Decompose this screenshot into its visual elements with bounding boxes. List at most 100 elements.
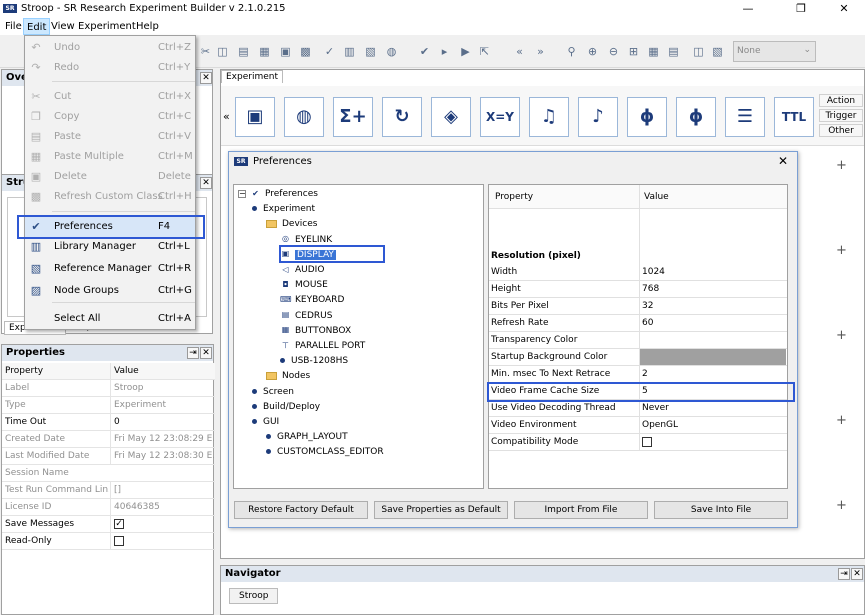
close-window-button[interactable]: ✕ [821, 0, 865, 18]
grid-row-use-video-decoding-thread[interactable]: Use Video Decoding Thread Never [489, 400, 787, 417]
overview-close-icon[interactable]: ✕ [200, 72, 212, 84]
expand-plus-icon[interactable]: + [836, 243, 847, 258]
menu-item-refresh-custom-class[interactable]: ▩ Refresh Custom Class Ctrl+H [25, 187, 195, 207]
properties-pin-icon[interactable]: ⇥ [187, 347, 199, 359]
restore-factory-default-button[interactable]: Restore Factory Default [234, 501, 368, 519]
tree-node-experiment[interactable]: Experiment [252, 202, 315, 217]
tree-node-build-deploy[interactable]: Build/Deploy [252, 400, 320, 415]
library-toolbar-icon[interactable]: ▥ [343, 45, 356, 58]
tree-node-devices[interactable]: Devices [266, 217, 317, 232]
menu-file[interactable]: File [2, 18, 25, 35]
maximize-button[interactable]: ❐ [778, 0, 824, 18]
property-checkbox[interactable]: ✓ [114, 518, 124, 529]
ttl-icon[interactable]: TTL [774, 97, 814, 137]
menu-item-delete[interactable]: ▣ Delete Delete [25, 167, 195, 187]
properties-close-icon[interactable]: ✕ [200, 347, 212, 359]
expand-plus-icon[interactable]: + [836, 158, 847, 173]
property-row[interactable]: Session Name [2, 465, 215, 482]
tree-node-buttonbox[interactable]: ▦ BUTTONBOX [280, 324, 351, 339]
minimize-button[interactable]: — [725, 0, 771, 18]
import-from-file-button[interactable]: Import From File [514, 501, 648, 519]
drift-correct-icon[interactable]: ◍ [284, 97, 324, 137]
tree-node-nodes[interactable]: Nodes [266, 369, 310, 384]
sum-plus-icon[interactable]: Σ+ [333, 97, 373, 137]
grid-row-refresh-rate[interactable]: Refresh Rate 60 [489, 315, 787, 332]
play-sound-control-icon[interactable]: ♪ [578, 97, 618, 137]
tree-node-cedrus[interactable]: ▤ CEDRUS [280, 309, 333, 324]
test-run-icon[interactable]: ▸ [438, 45, 451, 58]
tree-node-preferences[interactable]: − ✔ Preferences [238, 187, 318, 202]
preferences-toolbar-icon[interactable]: ✓ [323, 45, 336, 58]
grid-row-startup-background-color[interactable]: Startup Background Color [489, 349, 787, 366]
zoom-icon[interactable]: ⚲ [565, 45, 578, 58]
display-screen-icon[interactable]: ▣ [235, 97, 275, 137]
target-icon[interactable]: ◈ [431, 97, 471, 137]
compatibility-checkbox[interactable] [642, 436, 652, 447]
property-row[interactable]: Save Messages ✓ [2, 516, 215, 533]
tree-node-keyboard[interactable]: ⌨ KEYBOARD [280, 293, 344, 308]
grid-icon[interactable]: ▦ [647, 45, 660, 58]
navigator-pin-icon[interactable]: ⇥ [838, 568, 850, 580]
navigator-close-icon[interactable]: ✕ [851, 568, 863, 580]
navigator-item[interactable]: Stroop [229, 588, 279, 604]
forward-icon[interactable]: » [534, 45, 547, 58]
trigger-tab[interactable]: Trigger [819, 109, 863, 122]
zoom-out-icon[interactable]: ⊖ [607, 45, 620, 58]
save-into-file-button[interactable]: Save Into File [654, 501, 788, 519]
grid-row-bits-per-pixel[interactable]: Bits Per Pixel 32 [489, 298, 787, 315]
tree-node-gui[interactable]: GUI [252, 415, 279, 430]
run-icon[interactable]: ▶ [459, 45, 472, 58]
tree-node-screen[interactable]: Screen [252, 385, 294, 400]
cut-toolbar-icon[interactable]: ✂ [199, 45, 212, 58]
menu-item-node-groups[interactable]: ▨ Node Groups Ctrl+G [25, 281, 195, 301]
fit-icon[interactable]: ⊞ [627, 45, 640, 58]
tree-node-parallel-port[interactable]: ⊤ PARALLEL PORT [280, 339, 365, 354]
refresh-toolbar-icon[interactable]: ▩ [299, 45, 312, 58]
menu-help[interactable]: Help [133, 18, 162, 35]
menu-item-paste-multiple[interactable]: ▦ Paste Multiple Ctrl+M [25, 147, 195, 167]
loop-icon[interactable]: ↻ [382, 97, 422, 137]
menu-item-paste[interactable]: ▤ Paste Ctrl+V [25, 127, 195, 147]
paste-format-icon[interactable]: ▧ [711, 45, 724, 58]
zoom-in-icon[interactable]: ⊕ [586, 45, 599, 58]
property-row[interactable]: Created Date Fri May 12 23:08:29 E... [2, 431, 215, 448]
variable-assign-icon[interactable]: X=Y [480, 97, 520, 137]
property-row[interactable]: Time Out 0 [2, 414, 215, 431]
property-row[interactable]: Read-Only [2, 533, 215, 550]
other-tab[interactable]: Other [819, 124, 863, 137]
expand-plus-icon[interactable]: + [836, 498, 847, 513]
menu-item-library-manager[interactable]: ▥ Library Manager Ctrl+L [25, 237, 195, 257]
menu-item-copy[interactable]: ❐ Copy Ctrl+C [25, 107, 195, 127]
deploy-icon[interactable]: ⇱ [478, 45, 491, 58]
delete-toolbar-icon[interactable]: ▣ [279, 45, 292, 58]
check-syntax-icon[interactable]: ✔ [418, 45, 431, 58]
menu-experiment[interactable]: Experiment [75, 18, 139, 35]
property-row[interactable]: License ID 40646385 [2, 499, 215, 516]
save-properties-as-default-button[interactable]: Save Properties as Default [374, 501, 508, 519]
property-row[interactable]: Label Stroop [2, 380, 215, 397]
menu-item-select-all[interactable]: Select All Ctrl+A [25, 309, 195, 329]
grid-row-height[interactable]: Height 768 [489, 281, 787, 298]
expand-toggle-icon[interactable]: − [238, 189, 246, 198]
property-row[interactable]: Last Modified Date Fri May 12 23:08:30 E.… [2, 448, 215, 465]
tree-node-graph-layout[interactable]: GRAPH_LAYOUT [266, 430, 348, 445]
menu-item-cut[interactable]: ✂ Cut Ctrl+X [25, 87, 195, 107]
expand-plus-icon[interactable]: + [836, 413, 847, 428]
grid-row-transparency-color[interactable]: Transparency Color [489, 332, 787, 349]
paste-multiple-toolbar-icon[interactable]: ▦ [258, 45, 271, 58]
tree-node-customclass-editor[interactable]: CUSTOMCLASS_EDITOR [266, 445, 384, 460]
record-sound-control-icon[interactable]: ϕ [676, 97, 716, 137]
menu-edit[interactable]: Edit [23, 18, 51, 35]
add-to-log-icon[interactable]: ☰ [725, 97, 765, 137]
play-sound-icon[interactable]: ♫ [529, 97, 569, 137]
menu-item-undo[interactable]: ↶ Undo Ctrl+Z [25, 38, 195, 58]
grid-row-video-environment[interactable]: Video Environment OpenGL [489, 417, 787, 434]
property-row[interactable]: Type Experiment [2, 397, 215, 414]
tab-experiment-graph[interactable]: Experiment [221, 70, 284, 83]
grid-row-width[interactable]: Width 1024 [489, 264, 787, 281]
tree-node-audio[interactable]: ◁ AUDIO [280, 263, 324, 278]
layout-icon[interactable]: ▤ [667, 45, 680, 58]
copy-toolbar-icon[interactable]: ◫ [216, 45, 229, 58]
scroll-left-icon[interactable]: « [223, 110, 230, 123]
close-icon[interactable]: ✕ [778, 154, 788, 168]
